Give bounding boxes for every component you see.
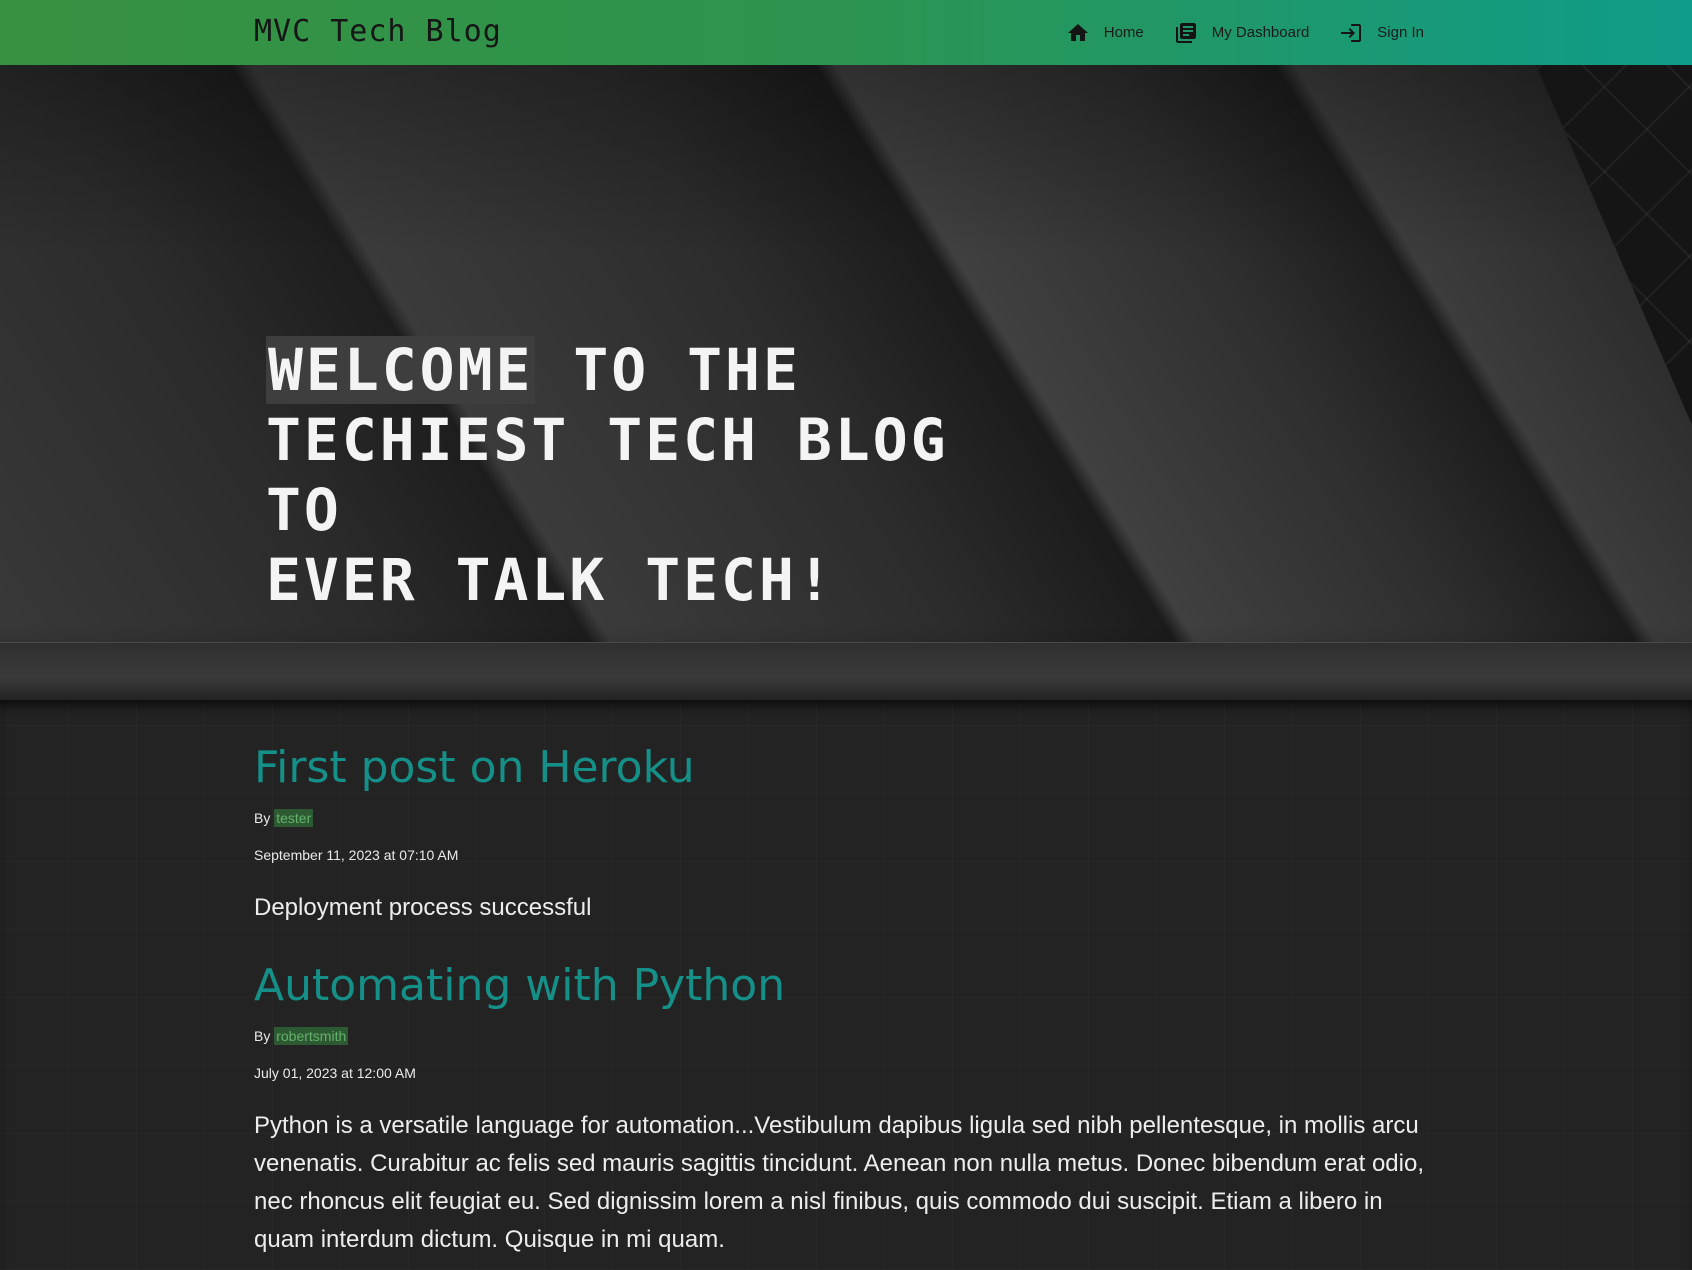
post-author-link[interactable]: tester [274,809,314,827]
hero-bottom-edge [0,642,1692,700]
post-by-label: By [254,1028,271,1044]
post-item: First post on Heroku By tester September… [254,742,1434,927]
post-date: September 11, 2023 at 07:10 AM [254,847,459,863]
post-author-link[interactable]: robertsmith [274,1027,349,1045]
hero-background-tiles [1536,65,1692,425]
hero-title-line2: Techiest Tech Blog to [266,406,949,544]
nav-dashboard-link[interactable]: My Dashboard [1174,21,1310,45]
sign-in-icon [1341,23,1362,42]
post-byline: By robertsmith [254,1027,1434,1045]
hero-banner: Welcome to the Techiest Tech Blog to eve… [0,65,1692,700]
nav-sign-in-link[interactable]: Sign In [1339,21,1424,45]
nav-home-link[interactable]: Home [1066,21,1144,45]
hero-title-line3: ever talk tech! [266,546,835,614]
hero-highlight-word: Welcome [266,336,536,404]
post-date: July 01, 2023 at 12:00 AM [254,1065,416,1081]
hero-title: Welcome to the Techiest Tech Blog to eve… [266,335,1026,615]
post-title[interactable]: Automating with Python [254,960,1434,1012]
post-item: Automating with Python By robertsmith Ju… [254,960,1434,1259]
post-byline: By tester [254,809,1434,827]
post-title[interactable]: First post on Heroku [254,742,1434,794]
posts-list: First post on Heroku By tester September… [0,700,1692,1270]
nav-sign-in-label: Sign In [1377,24,1424,41]
nav-home-label: Home [1103,24,1144,41]
hero-title-line1-rest: to the [535,336,801,404]
post-body: Python is a versatile language for autom… [254,1112,1424,1253]
navbar: MVC Tech Blog Home My Dashboard Sign In [0,0,1692,65]
post-by-label: By [254,810,271,826]
nav-dashboard-label: My Dashboard [1211,24,1310,41]
dashboard-icon [1175,22,1196,43]
home-icon [1067,23,1088,41]
site-brand[interactable]: MVC Tech Blog [254,14,502,49]
nav-links: Home My Dashboard Sign In [1066,0,1424,65]
post-body: Deployment process successful [254,894,592,921]
